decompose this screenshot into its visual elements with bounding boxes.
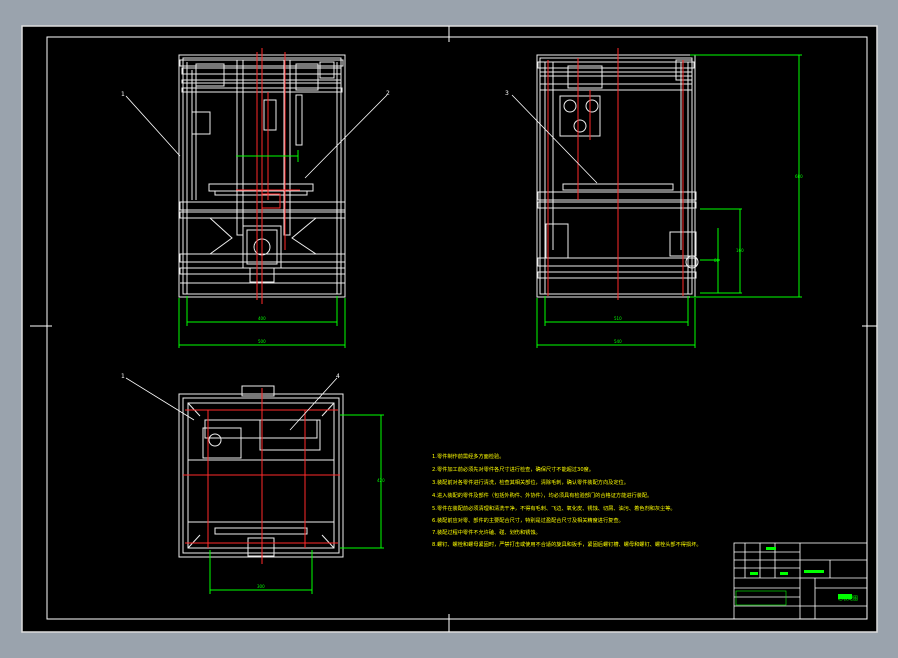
note-line: 7.装配过程中零件不允许磕、碰、划伤和锈蚀。 xyxy=(432,528,541,536)
cad-drawing-canvas: 1.零件制作前需经多方面检验。 2.零件加工前必须先对零件各尺寸进行检查，确保尺… xyxy=(21,25,878,633)
note-line: 5.零件在装配前必须清理和清洗干净，不得有毛刺、飞边、氧化皮、锈蚀、切屑、油污、… xyxy=(432,504,676,512)
note-line: 2.零件加工前必须先对零件各尺寸进行检查，确保尺寸不能超过30度。 xyxy=(432,465,594,473)
note-line: 3.装配前对各零件进行清洗，检查其相关部位，清除毛刺，确认零件装配方向及定位。 xyxy=(432,478,629,486)
note-line: 8.螺钉、螺栓和螺母紧固时，严禁打击或使用不合适的旋具和扳手，紧固后螺钉槽、螺母… xyxy=(432,540,702,548)
note-line: 1.零件制作前需经多方面检验。 xyxy=(432,452,504,460)
note-line: 4.进入装配的零件及部件（包括外购件、外协件），均必须具有检验部门的合格证方能进… xyxy=(432,491,652,499)
note-line: 6.装配前应对零、部件的主要配合尺寸，特别是过盈配合尺寸及相关精度进行复查。 xyxy=(432,516,624,524)
